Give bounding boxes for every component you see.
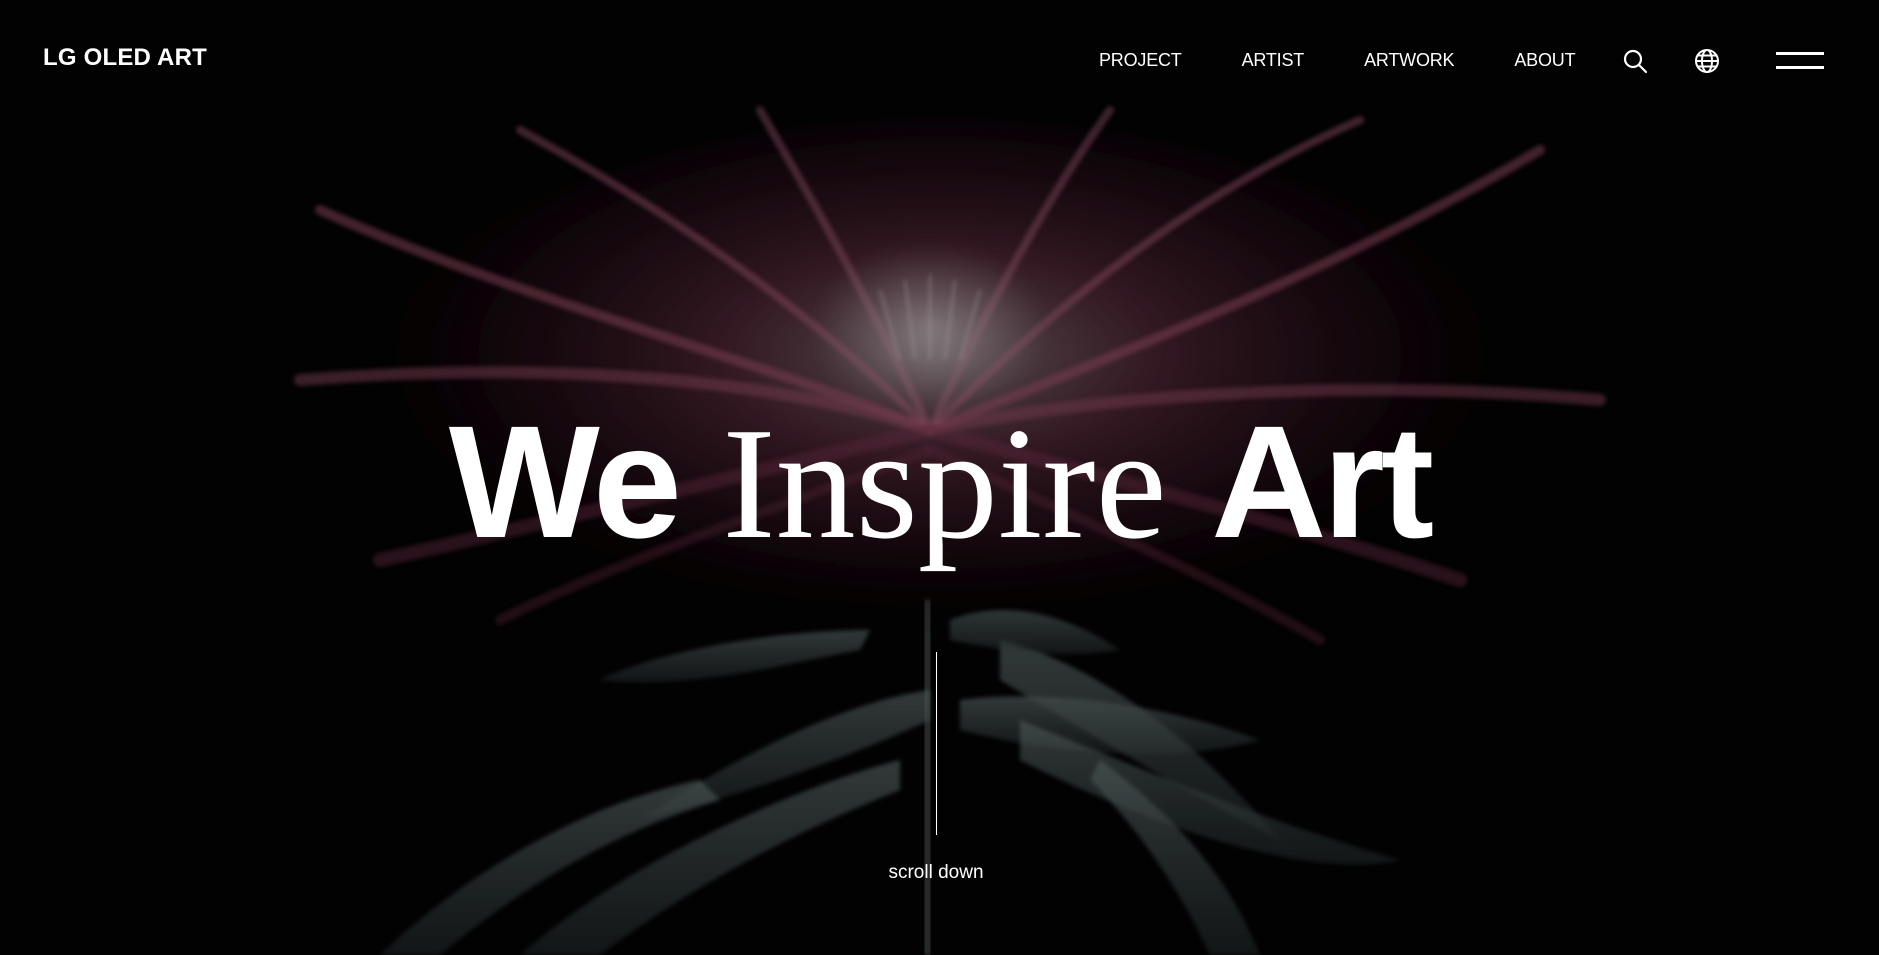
search-icon[interactable] (1621, 47, 1649, 75)
logo[interactable]: LG OLED ART (43, 44, 207, 72)
hero-headline: We Inspire Art (0, 398, 1879, 568)
headline-art: Art (1211, 392, 1434, 571)
nav-artist[interactable]: ARTIST (1242, 50, 1305, 71)
headline-we: We (448, 392, 682, 571)
menu-bar-bottom (1776, 66, 1824, 69)
scroll-down-label[interactable]: scroll down (0, 862, 1872, 884)
globe-icon[interactable] (1693, 47, 1721, 75)
nav-project[interactable]: PROJECT (1099, 50, 1182, 71)
menu-bar-top (1776, 52, 1824, 55)
headline-inspire: Inspire (722, 394, 1167, 572)
site-header: LG OLED ART PROJECT ARTIST ARTWORK ABOUT (0, 0, 1879, 120)
scroll-indicator-line (936, 652, 937, 835)
main-nav: PROJECT ARTIST ARTWORK ABOUT (1099, 50, 1576, 71)
menu-icon[interactable] (1776, 50, 1826, 72)
nav-artwork[interactable]: ARTWORK (1364, 50, 1454, 71)
page: LG OLED ART PROJECT ARTIST ARTWORK ABOUT (0, 0, 1879, 955)
nav-about[interactable]: ABOUT (1514, 50, 1575, 71)
